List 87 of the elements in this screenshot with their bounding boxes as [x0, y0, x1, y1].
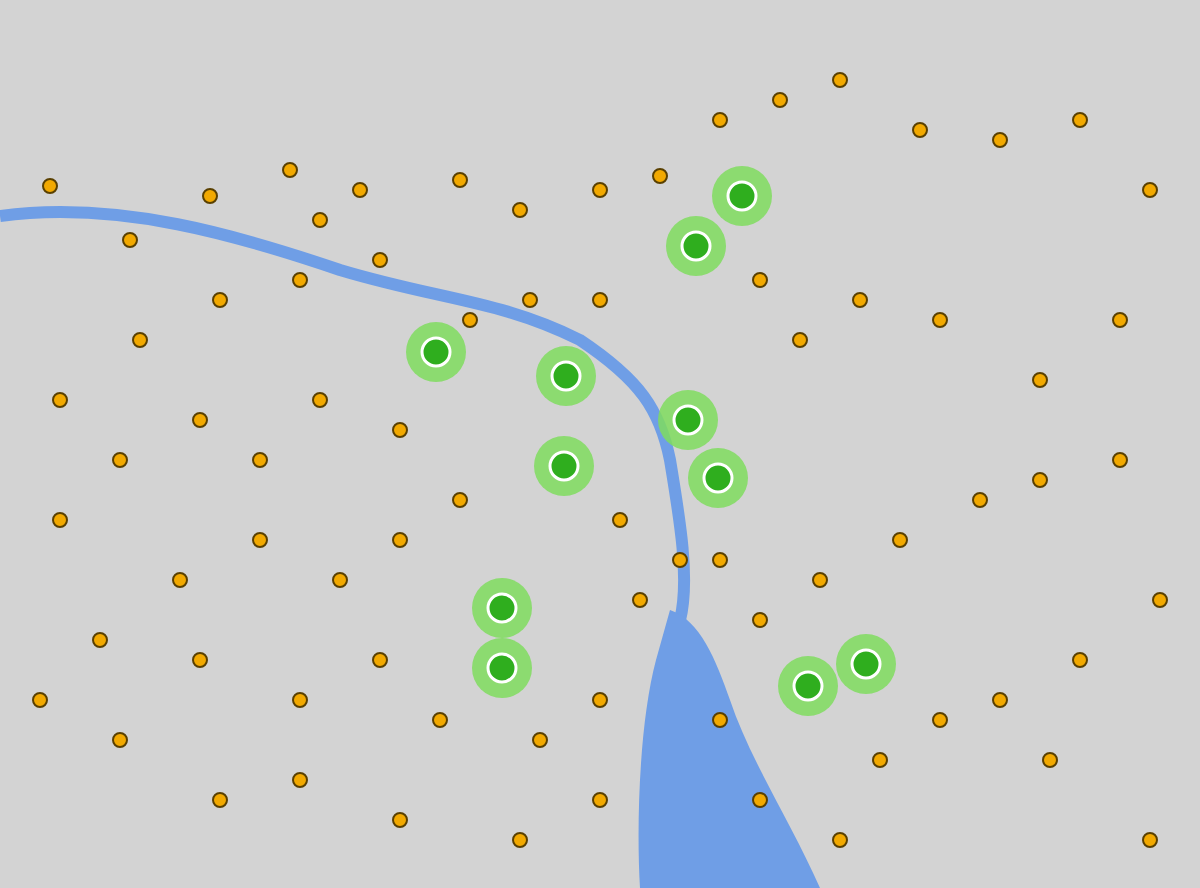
point-marker[interactable] — [92, 632, 108, 648]
point-marker[interactable] — [252, 532, 268, 548]
point-marker[interactable] — [392, 812, 408, 828]
cluster-marker[interactable] — [406, 322, 466, 382]
cluster-marker[interactable] — [472, 638, 532, 698]
point-marker[interactable] — [512, 202, 528, 218]
point-marker[interactable] — [1142, 832, 1158, 848]
point-marker[interactable] — [712, 552, 728, 568]
point-marker[interactable] — [452, 172, 468, 188]
point-marker[interactable] — [1112, 452, 1128, 468]
point-marker[interactable] — [772, 92, 788, 108]
point-marker[interactable] — [292, 692, 308, 708]
cluster-marker[interactable] — [472, 578, 532, 638]
point-marker[interactable] — [672, 552, 688, 568]
point-marker[interactable] — [1072, 112, 1088, 128]
point-marker[interactable] — [1032, 472, 1048, 488]
point-marker[interactable] — [512, 832, 528, 848]
point-marker[interactable] — [1042, 752, 1058, 768]
point-marker[interactable] — [32, 692, 48, 708]
point-marker[interactable] — [52, 392, 68, 408]
point-marker[interactable] — [292, 272, 308, 288]
point-marker[interactable] — [532, 732, 548, 748]
point-marker[interactable] — [992, 692, 1008, 708]
point-marker[interactable] — [812, 572, 828, 588]
point-marker[interactable] — [592, 692, 608, 708]
cluster-marker[interactable] — [658, 390, 718, 450]
point-marker[interactable] — [1112, 312, 1128, 328]
point-marker[interactable] — [1142, 182, 1158, 198]
point-marker[interactable] — [392, 422, 408, 438]
point-marker[interactable] — [992, 132, 1008, 148]
point-marker[interactable] — [122, 232, 138, 248]
point-marker[interactable] — [372, 252, 388, 268]
point-marker[interactable] — [592, 792, 608, 808]
point-marker[interactable] — [752, 612, 768, 628]
point-marker[interactable] — [932, 712, 948, 728]
point-marker[interactable] — [592, 182, 608, 198]
point-marker[interactable] — [312, 212, 328, 228]
point-marker[interactable] — [792, 332, 808, 348]
cluster-marker[interactable] — [836, 634, 896, 694]
point-marker[interactable] — [612, 512, 628, 528]
point-marker[interactable] — [52, 512, 68, 528]
point-marker[interactable] — [1032, 372, 1048, 388]
point-marker[interactable] — [652, 168, 668, 184]
point-marker[interactable] — [712, 112, 728, 128]
point-marker[interactable] — [712, 712, 728, 728]
point-marker[interactable] — [192, 412, 208, 428]
point-marker[interactable] — [752, 272, 768, 288]
point-marker[interactable] — [832, 832, 848, 848]
point-marker[interactable] — [832, 72, 848, 88]
point-marker[interactable] — [872, 752, 888, 768]
point-marker[interactable] — [592, 292, 608, 308]
point-marker[interactable] — [892, 532, 908, 548]
point-marker[interactable] — [1152, 592, 1168, 608]
point-marker[interactable] — [1072, 652, 1088, 668]
point-marker[interactable] — [192, 652, 208, 668]
point-marker[interactable] — [312, 392, 328, 408]
point-marker[interactable] — [172, 572, 188, 588]
point-marker[interactable] — [852, 292, 868, 308]
point-marker[interactable] — [632, 592, 648, 608]
point-marker[interactable] — [212, 292, 228, 308]
point-marker[interactable] — [202, 188, 218, 204]
point-marker[interactable] — [352, 182, 368, 198]
point-marker[interactable] — [432, 712, 448, 728]
point-marker[interactable] — [292, 772, 308, 788]
point-marker[interactable] — [932, 312, 948, 328]
point-marker[interactable] — [462, 312, 478, 328]
point-marker[interactable] — [112, 732, 128, 748]
point-marker[interactable] — [912, 122, 928, 138]
point-marker[interactable] — [392, 532, 408, 548]
cluster-marker[interactable] — [778, 656, 838, 716]
point-marker[interactable] — [522, 292, 538, 308]
point-marker[interactable] — [332, 572, 348, 588]
point-marker[interactable] — [42, 178, 58, 194]
point-marker[interactable] — [212, 792, 228, 808]
cluster-marker[interactable] — [536, 346, 596, 406]
cluster-marker[interactable] — [534, 436, 594, 496]
cluster-marker[interactable] — [712, 166, 772, 226]
point-marker[interactable] — [132, 332, 148, 348]
point-marker[interactable] — [252, 452, 268, 468]
point-marker[interactable] — [972, 492, 988, 508]
point-marker[interactable] — [372, 652, 388, 668]
cluster-marker[interactable] — [688, 448, 748, 508]
point-marker[interactable] — [282, 162, 298, 178]
point-marker[interactable] — [112, 452, 128, 468]
point-marker[interactable] — [752, 792, 768, 808]
cluster-marker[interactable] — [666, 216, 726, 276]
point-marker[interactable] — [452, 492, 468, 508]
